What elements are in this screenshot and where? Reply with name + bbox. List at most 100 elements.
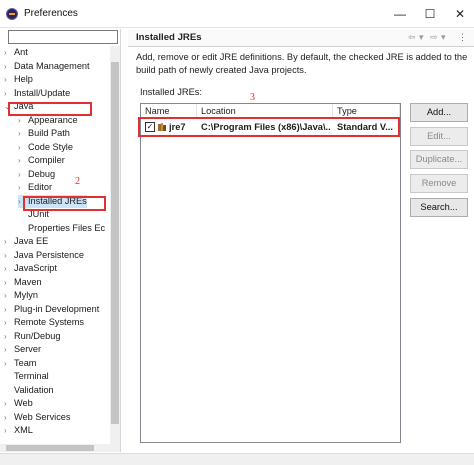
- tree-item-label: Web: [14, 398, 33, 408]
- tree-item[interactable]: › Ant: [4, 46, 28, 59]
- chevron-right-icon[interactable]: ›: [4, 60, 14, 73]
- tree-item[interactable]: › Team: [4, 357, 36, 370]
- tree-item[interactable]: › Web Services: [4, 411, 71, 424]
- chevron-right-icon[interactable]: ›: [4, 330, 14, 343]
- tree-item[interactable]: › Code Style: [18, 141, 73, 154]
- page-header: Installed JREs ⇦ ▾ ⇨ ▾ ⋮: [128, 29, 474, 47]
- column-header-location[interactable]: Location: [197, 104, 333, 118]
- tree-horizontal-scrollbar[interactable]: [0, 444, 110, 452]
- tree-item-label: Web Services: [14, 411, 71, 422]
- tree-item-label: Install/Update: [14, 87, 71, 98]
- back-arrow-icon[interactable]: ⇦: [408, 32, 416, 43]
- installed-jres-page: Installed JREs ⇦ ▾ ⇨ ▾ ⋮ Add, remove or …: [128, 29, 474, 452]
- preferences-tree-pane: › Ant › Data Management › Help › Install/Update…: [0, 29, 121, 452]
- column-header-type[interactable]: Type: [333, 104, 400, 118]
- view-menu-icon[interactable]: ⋮: [458, 32, 467, 43]
- tree-item[interactable]: › Server: [4, 343, 41, 356]
- filter-input[interactable]: [8, 30, 118, 44]
- annotation-number-1: 1: [13, 88, 18, 99]
- tree-item-label: Java Persistence: [14, 249, 84, 260]
- chevron-right-icon[interactable]: ›: [4, 357, 14, 370]
- minimize-button[interactable]: —: [392, 6, 408, 22]
- chevron-right-icon[interactable]: ›: [4, 289, 14, 302]
- chevron-right-icon[interactable]: ›: [4, 235, 14, 248]
- tree-item[interactable]: › Remote Systems: [4, 316, 84, 329]
- chevron-right-icon[interactable]: ›: [4, 397, 14, 410]
- chevron-right-icon[interactable]: ›: [4, 343, 14, 356]
- tree-item-label: JavaScript: [14, 263, 57, 273]
- tree-item[interactable]: Properties Files Ec: [18, 222, 105, 235]
- tree-item[interactable]: › Plug-in Development: [4, 303, 99, 316]
- tree-item[interactable]: › Mylyn: [4, 289, 38, 302]
- tree-item[interactable]: › Editor: [18, 181, 52, 194]
- chevron-right-icon[interactable]: ›: [4, 411, 14, 424]
- tree-item-label: Properties Files Ec: [28, 222, 106, 233]
- tree-item[interactable]: › Debug: [18, 168, 55, 181]
- add-button[interactable]: Add...: [410, 103, 468, 122]
- tree-item-label: XML: [14, 425, 33, 435]
- title-bar: Preferences — ☐ ✕: [0, 0, 474, 28]
- tree-item-label: Terminal: [14, 371, 49, 381]
- chevron-right-icon[interactable]: ›: [4, 73, 14, 86]
- dialog-bottom-edge: [0, 453, 474, 465]
- installed-jres-label: Installed JREs:: [140, 87, 203, 97]
- tree-item-label: Compiler: [28, 155, 65, 165]
- tree-item[interactable]: › Java Persistence: [4, 249, 84, 262]
- tree-vertical-scrollbar[interactable]: [110, 46, 120, 452]
- chevron-right-icon[interactable]: ›: [18, 154, 28, 167]
- tree-item-label: Code Style: [28, 141, 73, 152]
- tree-item[interactable]: › Java EE: [4, 235, 48, 248]
- tree-item[interactable]: › Web: [4, 397, 33, 410]
- search-button[interactable]: Search...: [410, 198, 468, 217]
- edit-button[interactable]: Edit...: [410, 127, 468, 146]
- tree-item-label: Debug: [28, 168, 56, 179]
- duplicate-button[interactable]: Duplicate...: [410, 150, 468, 169]
- chevron-right-icon[interactable]: ›: [4, 303, 14, 316]
- tree-scroll-thumb[interactable]: [111, 62, 119, 424]
- tree-h-scroll-thumb[interactable]: [6, 445, 94, 451]
- close-button[interactable]: ✕: [452, 6, 468, 22]
- tree-item-label: Maven: [14, 276, 42, 287]
- forward-menu-icon[interactable]: ▾: [441, 32, 446, 43]
- tree-item[interactable]: › Compiler: [18, 154, 65, 167]
- page-description: Add, remove or edit JRE definitions. By …: [136, 52, 468, 75]
- tree-item[interactable]: Terminal: [4, 370, 49, 383]
- chevron-right-icon[interactable]: ›: [4, 262, 14, 275]
- tree-item[interactable]: › Data Management: [4, 60, 90, 73]
- tree-item-label: Team: [14, 357, 37, 368]
- tree-item-label: Validation: [14, 384, 54, 395]
- chevron-right-icon[interactable]: ›: [4, 249, 14, 262]
- annotation-box-installed-jres: [23, 196, 106, 211]
- tree-item[interactable]: › Maven: [4, 276, 42, 289]
- annotation-number-3: 3: [250, 92, 255, 103]
- chevron-right-icon[interactable]: ›: [18, 168, 28, 181]
- chevron-right-icon[interactable]: ›: [4, 424, 14, 437]
- forward-arrow-icon[interactable]: ⇨: [430, 32, 438, 43]
- column-header-name[interactable]: Name: [141, 104, 197, 118]
- tree-item[interactable]: › XML: [4, 424, 33, 437]
- annotation-number-2: 2: [75, 176, 80, 187]
- tree-item-label: Remote Systems: [14, 317, 84, 327]
- chevron-right-icon[interactable]: ›: [4, 276, 14, 289]
- chevron-right-icon[interactable]: ›: [18, 181, 28, 194]
- jre-table: Name Location Type ✓ jre7 C:\Program Fil…: [140, 103, 401, 443]
- window-title: Preferences: [24, 8, 78, 19]
- tree-item-label: Editor: [28, 182, 53, 192]
- maximize-button[interactable]: ☐: [422, 6, 438, 22]
- chevron-right-icon[interactable]: ›: [18, 127, 28, 140]
- tree-item-label: Java EE: [14, 236, 49, 246]
- tree-item-label: Server: [14, 344, 42, 354]
- chevron-right-icon[interactable]: ›: [4, 316, 14, 329]
- eclipse-icon: [6, 8, 18, 20]
- tree-item[interactable]: › JavaScript: [4, 262, 57, 275]
- chevron-right-icon[interactable]: ›: [4, 46, 14, 59]
- chevron-right-icon[interactable]: ›: [18, 141, 28, 154]
- tree-item[interactable]: › Build Path: [18, 127, 70, 140]
- tree-item[interactable]: › Help: [4, 73, 33, 86]
- annotation-box-java: [8, 102, 92, 116]
- tree-item[interactable]: › Run/Debug: [4, 330, 60, 343]
- remove-button[interactable]: Remove: [410, 174, 468, 193]
- back-menu-icon[interactable]: ▾: [419, 32, 424, 43]
- tree-item-label: Run/Debug: [14, 330, 61, 341]
- tree-item[interactable]: Validation: [4, 384, 54, 397]
